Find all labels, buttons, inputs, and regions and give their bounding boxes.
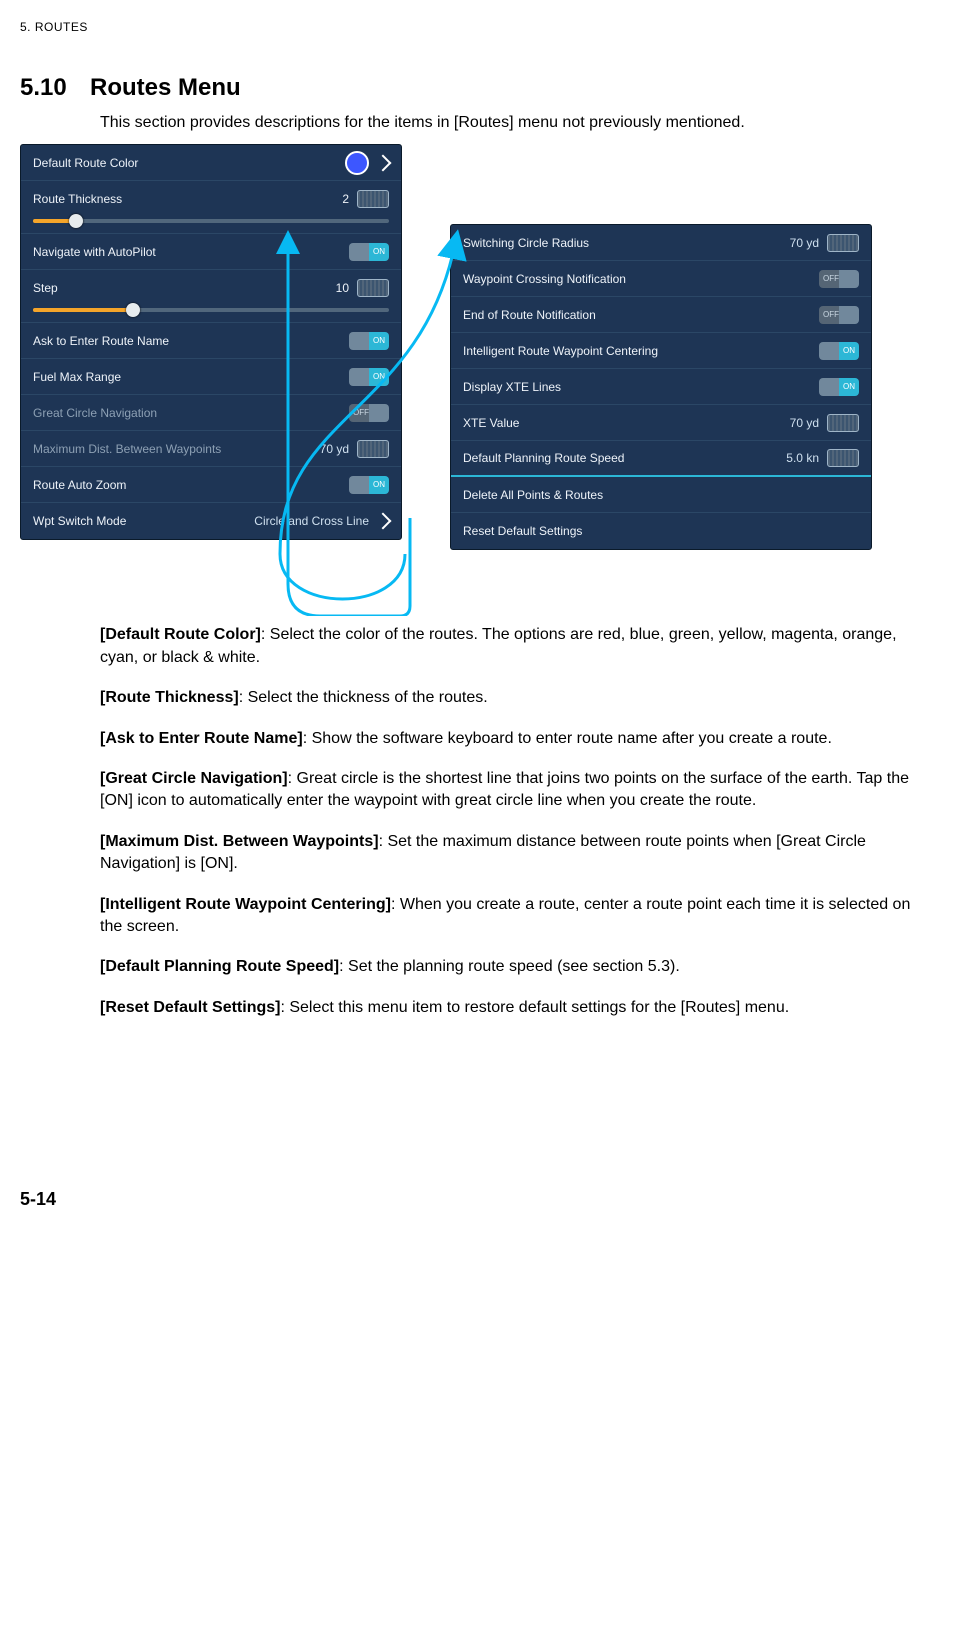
- toggle-off[interactable]: OFF: [819, 306, 859, 324]
- row-route-auto-zoom[interactable]: Route Auto Zoom ON: [21, 467, 401, 503]
- row-intelligent-centering[interactable]: Intelligent Route Waypoint Centering ON: [451, 333, 871, 369]
- chevron-right-icon: [375, 513, 392, 530]
- keyboard-icon[interactable]: [357, 440, 389, 458]
- desc-item: [Intelligent Route Waypoint Centering]: …: [100, 894, 913, 939]
- toggle-off[interactable]: OFF: [349, 404, 389, 422]
- row-route-thickness[interactable]: Route Thickness 2: [21, 181, 401, 234]
- color-swatch-icon: [345, 151, 369, 175]
- row-reset-defaults[interactable]: Reset Default Settings: [451, 513, 871, 549]
- value: 2: [342, 192, 349, 206]
- row-ask-enter-name[interactable]: Ask to Enter Route Name ON: [21, 323, 401, 359]
- value: 70 yd: [790, 236, 819, 250]
- row-display-xte-lines[interactable]: Display XTE Lines ON: [451, 369, 871, 405]
- label: Ask to Enter Route Name: [33, 334, 341, 348]
- desc-item: [Ask to Enter Route Name]: Show the soft…: [100, 728, 913, 750]
- label: Waypoint Crossing Notification: [463, 272, 811, 286]
- toggle-on[interactable]: ON: [349, 332, 389, 350]
- desc-item: [Route Thickness]: Select the thickness …: [100, 687, 913, 709]
- desc-item: [Default Planning Route Speed]: Set the …: [100, 956, 913, 978]
- routes-menu-panel-1: Default Route Color Route Thickness 2 Na…: [20, 144, 402, 540]
- page-number: 5-14: [20, 1189, 913, 1210]
- label: Step: [33, 281, 328, 295]
- toggle-on[interactable]: ON: [819, 378, 859, 396]
- slider[interactable]: [33, 308, 389, 312]
- row-default-route-color[interactable]: Default Route Color: [21, 145, 401, 181]
- label: XTE Value: [463, 416, 782, 430]
- row-fuel-max-range[interactable]: Fuel Max Range ON: [21, 359, 401, 395]
- slider[interactable]: [33, 219, 389, 223]
- label: Maximum Dist. Between Waypoints: [33, 442, 312, 456]
- desc-item: [Default Route Color]: Select the color …: [100, 624, 913, 669]
- toggle-on[interactable]: ON: [349, 368, 389, 386]
- row-default-planning-speed[interactable]: Default Planning Route Speed 5.0 kn: [451, 441, 871, 477]
- label: Great Circle Navigation: [33, 406, 341, 420]
- label: Intelligent Route Waypoint Centering: [463, 344, 811, 358]
- keyboard-icon[interactable]: [827, 234, 859, 252]
- screenshot-figure: Default Route Color Route Thickness 2 Na…: [20, 144, 913, 594]
- label: Default Planning Route Speed: [463, 451, 778, 465]
- label: Delete All Points & Routes: [463, 488, 859, 502]
- section-intro: This section provides descriptions for t…: [100, 112, 913, 134]
- toggle-on[interactable]: ON: [819, 342, 859, 360]
- section-number: 5.10: [20, 74, 90, 102]
- label: Route Auto Zoom: [33, 478, 341, 492]
- row-navigate-autopilot[interactable]: Navigate with AutoPilot ON: [21, 234, 401, 270]
- row-delete-all[interactable]: Delete All Points & Routes: [451, 477, 871, 513]
- row-switching-circle-radius[interactable]: Switching Circle Radius 70 yd: [451, 225, 871, 261]
- keyboard-icon[interactable]: [357, 279, 389, 297]
- row-xte-value[interactable]: XTE Value 70 yd: [451, 405, 871, 441]
- label: End of Route Notification: [463, 308, 811, 322]
- row-max-dist-waypoints[interactable]: Maximum Dist. Between Waypoints 70 yd: [21, 431, 401, 467]
- row-end-route-notif[interactable]: End of Route Notification OFF: [451, 297, 871, 333]
- value: 70 yd: [320, 442, 349, 456]
- label: Navigate with AutoPilot: [33, 245, 341, 259]
- descriptions-block: [Default Route Color]: Select the color …: [100, 624, 913, 1019]
- label: Fuel Max Range: [33, 370, 341, 384]
- row-wpt-switch-mode[interactable]: Wpt Switch Mode Circle and Cross Line: [21, 503, 401, 539]
- desc-item: [Maximum Dist. Between Waypoints]: Set t…: [100, 831, 913, 876]
- label: Display XTE Lines: [463, 380, 811, 394]
- label: Wpt Switch Mode: [33, 514, 246, 528]
- row-step[interactable]: Step 10: [21, 270, 401, 323]
- section-title-text: Routes Menu: [90, 74, 241, 101]
- label: Default Route Color: [33, 156, 337, 170]
- value: 70 yd: [790, 416, 819, 430]
- toggle-on[interactable]: ON: [349, 476, 389, 494]
- keyboard-icon[interactable]: [827, 414, 859, 432]
- toggle-off[interactable]: OFF: [819, 270, 859, 288]
- keyboard-icon[interactable]: [827, 449, 859, 467]
- value: 10: [336, 281, 349, 295]
- chevron-right-icon: [375, 154, 392, 171]
- chapter-header: 5. ROUTES: [20, 20, 913, 34]
- section-heading: 5.10Routes Menu: [20, 74, 913, 102]
- desc-item: [Reset Default Settings]: Select this me…: [100, 997, 913, 1019]
- routes-menu-panel-2: Switching Circle Radius 70 yd Waypoint C…: [450, 224, 872, 550]
- row-great-circle-nav[interactable]: Great Circle Navigation OFF: [21, 395, 401, 431]
- label: Switching Circle Radius: [463, 236, 782, 250]
- keyboard-icon[interactable]: [357, 190, 389, 208]
- toggle-on[interactable]: ON: [349, 243, 389, 261]
- row-waypoint-crossing-notif[interactable]: Waypoint Crossing Notification OFF: [451, 261, 871, 297]
- desc-item: [Great Circle Navigation]: Great circle …: [100, 768, 913, 813]
- label: Reset Default Settings: [463, 524, 859, 538]
- label: Route Thickness: [33, 192, 334, 206]
- value: Circle and Cross Line: [254, 514, 369, 528]
- value: 5.0 kn: [786, 451, 819, 465]
